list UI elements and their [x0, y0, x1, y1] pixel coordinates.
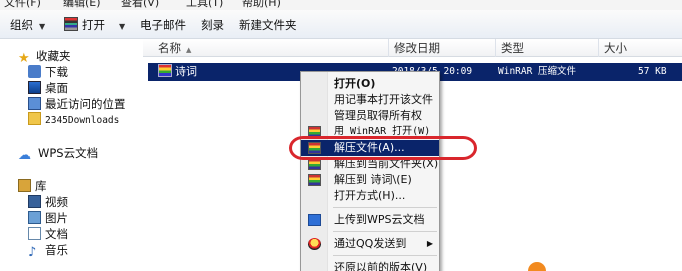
- recent-places-icon: [28, 97, 41, 110]
- winrar-icon: [308, 174, 321, 186]
- submenu-arrow-icon: ▶: [426, 239, 433, 248]
- menu-item-open[interactable]: 打开(O): [301, 76, 439, 92]
- menu-item-label: 上传到WPS云文档: [334, 213, 425, 226]
- desktop-icon: [28, 81, 41, 94]
- sidebar-item-label: 收藏夹: [36, 49, 71, 63]
- menu-file[interactable]: 文件(F): [4, 0, 41, 10]
- video-icon: [28, 195, 41, 208]
- menu-separator: [333, 231, 437, 232]
- music-note-icon: ♪: [28, 245, 37, 260]
- sidebar-item-label: 2345Downloads: [45, 115, 120, 126]
- file-name: 诗词: [175, 65, 197, 78]
- burn-label: 刻录: [201, 18, 224, 32]
- new-folder-button[interactable]: 新建文件夹: [239, 17, 297, 33]
- menu-item-open-with[interactable]: 打开方式(H)...: [301, 188, 439, 204]
- menu-separator: [333, 255, 437, 256]
- menu-item-extract-to[interactable]: 解压到 诗词\(E): [301, 172, 439, 188]
- document-icon: [28, 227, 41, 240]
- sidebar-item-label: 桌面: [45, 81, 68, 95]
- sidebar-item-wps-cloud[interactable]: ☁ WPS云文档: [18, 145, 99, 163]
- email-button[interactable]: 电子邮件: [140, 17, 186, 33]
- menu-tools[interactable]: 工具(T): [186, 0, 223, 10]
- menu-item-label: 通过QQ发送到: [334, 237, 407, 250]
- chevron-down-icon: ▼: [119, 22, 126, 31]
- navigation-pane: ★ 收藏夹 下载 桌面 最近访问的位置 2345Downloads ☁ WPS云文档…: [0, 39, 143, 271]
- column-header-size[interactable]: 大小: [599, 39, 679, 57]
- command-toolbar: 组织 ▼ 打开 ▼ 电子邮件 刻录 新建文件夹: [0, 10, 682, 39]
- sidebar-item-label: 下载: [45, 65, 68, 79]
- watermark: [528, 260, 682, 271]
- file-size-cell: 57 KB: [638, 66, 667, 77]
- sidebar-item-desktop[interactable]: 桌面: [28, 80, 68, 96]
- menu-separator: [333, 207, 437, 208]
- column-header-name[interactable]: 名称 ▲: [153, 39, 388, 57]
- highlight-annotation-ellipse: [289, 136, 477, 160]
- chevron-down-icon: ▼: [39, 22, 46, 31]
- winrar-icon: [64, 17, 78, 31]
- sidebar-item-videos[interactable]: 视频: [28, 194, 68, 210]
- sidebar-item-label: 文档: [45, 227, 68, 241]
- qq-penguin-icon: [308, 238, 321, 250]
- sidebar-item-recent[interactable]: 最近访问的位置: [28, 96, 126, 112]
- watermark-logo-icon: [528, 262, 546, 271]
- picture-icon: [28, 211, 41, 224]
- menu-item-label: 解压到 诗词\(E): [334, 173, 412, 186]
- email-label: 电子邮件: [140, 18, 186, 32]
- sidebar-item-downloads[interactable]: 下载: [28, 64, 68, 80]
- context-menu: 打开(O) 用记事本打开该文件 管理员取得所有权 用 WinRAR 打开(W) …: [300, 71, 440, 271]
- menu-item-take-ownership[interactable]: 管理员取得所有权: [301, 108, 439, 124]
- sidebar-item-music[interactable]: ♪ 音乐: [28, 242, 68, 260]
- column-header-type[interactable]: 类型: [496, 39, 599, 57]
- menu-item-open-notepad[interactable]: 用记事本打开该文件: [301, 92, 439, 108]
- organize-button[interactable]: 组织 ▼: [10, 17, 45, 33]
- winrar-archive-icon: [158, 64, 172, 77]
- open-label: 打开: [82, 18, 105, 32]
- menu-edit[interactable]: 编辑(E): [63, 0, 101, 10]
- menu-item-restore[interactable]: 还原以前的版本(V): [301, 260, 439, 271]
- folder-icon: [28, 112, 41, 125]
- file-type-cell: WinRAR 压缩文件: [498, 66, 577, 77]
- organize-label: 组织: [10, 18, 33, 32]
- sidebar-item-documents[interactable]: 文档: [28, 226, 68, 242]
- menu-item-send-qq[interactable]: 通过QQ发送到 ▶: [301, 236, 439, 252]
- sidebar-item-library[interactable]: 库: [18, 178, 47, 194]
- column-header-label: 名称: [158, 41, 181, 55]
- sidebar-item-favorites[interactable]: ★ 收藏夹: [18, 48, 71, 65]
- library-icon: [18, 179, 31, 192]
- new-folder-label: 新建文件夹: [239, 18, 297, 32]
- menu-bar: 文件(F) 编辑(E) 查看(V) 工具(T) 帮助(H): [0, 0, 682, 10]
- column-header-bar: 名称 ▲ 修改日期 类型 大小: [143, 39, 682, 57]
- column-header-modified[interactable]: 修改日期: [389, 39, 497, 57]
- sort-ascending-icon: ▲: [186, 46, 192, 54]
- cloud-icon: ☁: [18, 148, 31, 163]
- download-folder-icon: [28, 65, 41, 78]
- menu-item-upload-wps[interactable]: 上传到WPS云文档: [301, 212, 439, 228]
- wps-cloud-icon: [308, 214, 321, 226]
- sidebar-item-label: WPS云文档: [38, 146, 99, 160]
- open-button[interactable]: 打开 ▼: [64, 17, 125, 33]
- sidebar-item-label: 音乐: [45, 243, 68, 257]
- sidebar-item-2345downloads[interactable]: 2345Downloads: [28, 112, 119, 128]
- menu-help[interactable]: 帮助(H): [242, 0, 281, 10]
- menu-view[interactable]: 查看(V): [121, 0, 159, 10]
- sidebar-item-label: 视频: [45, 195, 68, 209]
- sidebar-item-pictures[interactable]: 图片: [28, 210, 68, 226]
- sidebar-item-label: 图片: [45, 211, 68, 225]
- burn-button[interactable]: 刻录: [201, 17, 224, 33]
- sidebar-item-label: 库: [35, 179, 47, 193]
- sidebar-item-label: 最近访问的位置: [45, 97, 126, 111]
- file-name-cell: 诗词: [158, 63, 197, 81]
